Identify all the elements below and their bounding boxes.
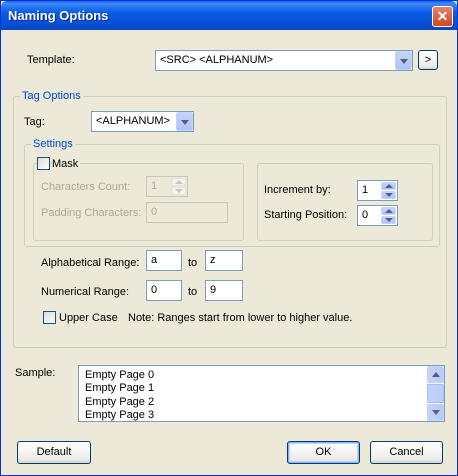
chevron-down-icon[interactable] [395, 51, 412, 70]
spin-up-icon[interactable] [171, 178, 186, 186]
alphabetical-range-to-value: z [210, 254, 216, 266]
list-item[interactable]: Empty Page 3 [85, 409, 154, 421]
list-item[interactable]: Empty Page 0 [85, 369, 154, 381]
ok-button-label: OK [315, 446, 332, 458]
close-icon: ✕ [436, 8, 449, 24]
increment-by-label: Increment by: [264, 184, 331, 196]
sample-label: Sample: [15, 367, 56, 379]
tag-combobox[interactable]: <ALPHANUM> [91, 111, 194, 132]
mask-checkbox[interactable] [37, 157, 50, 170]
tag-value: <ALPHANUM> [96, 115, 170, 127]
numerical-range-label: Numerical Range: [41, 286, 130, 298]
chevron-down-icon[interactable] [176, 112, 193, 131]
alphabetical-range-from-field[interactable]: a [146, 250, 182, 271]
numerical-range-from-value: 0 [151, 284, 158, 296]
scroll-thumb[interactable] [427, 384, 444, 403]
numerical-range-to-field[interactable]: 9 [205, 280, 243, 301]
padding-characters-field[interactable]: 0 [146, 202, 228, 223]
alphabetical-range-from-value: a [151, 254, 158, 266]
settings-title: Settings [31, 138, 75, 150]
template-label: Template: [27, 54, 75, 66]
list-item[interactable]: Empty Page 1 [85, 382, 154, 394]
numerical-range-from-field[interactable]: 0 [146, 280, 182, 301]
tag-options-title: Tag Options [20, 90, 83, 102]
starting-position-spin[interactable] [381, 207, 396, 224]
mask-label: Mask [52, 158, 81, 170]
padding-characters-value: 0 [151, 206, 158, 218]
starting-position-stepper[interactable]: 0 [357, 205, 398, 226]
spin-down-icon[interactable] [381, 216, 396, 224]
starting-position-label: Starting Position: [264, 209, 348, 221]
cancel-button[interactable]: Cancel [370, 441, 443, 464]
list-item[interactable]: Empty Page 2 [85, 396, 154, 408]
spin-up-icon[interactable] [381, 207, 396, 215]
increment-by-value: 1 [362, 184, 369, 196]
default-button-label: Default [36, 446, 72, 458]
window-title: Naming Options [8, 8, 109, 23]
sample-list[interactable]: Empty Page 0 Empty Page 1 Empty Page 2 E… [78, 365, 445, 422]
tag-label: Tag: [24, 116, 45, 128]
spin-up-icon[interactable] [381, 182, 396, 190]
upper-case-label: Upper Case [59, 312, 118, 324]
sample-scrollbar[interactable] [427, 366, 444, 421]
numerical-range-to-label: to [188, 286, 198, 298]
default-button[interactable]: Default [17, 441, 91, 464]
title-bar[interactable]: Naming Options ✕ [1, 1, 457, 30]
spin-down-icon[interactable] [171, 187, 186, 195]
close-button[interactable]: ✕ [432, 6, 453, 27]
upper-case-checkbox[interactable] [43, 311, 56, 324]
cancel-button-label: Cancel [389, 446, 424, 458]
template-browse-button[interactable]: > [418, 50, 438, 70]
characters-count-value: 1 [151, 180, 158, 192]
characters-count-label: Characters Count: [41, 181, 131, 193]
template-value: <SRC> <ALPHANUM> [160, 54, 274, 66]
alphabetical-range-to-label: to [188, 257, 198, 269]
characters-count-stepper[interactable]: 1 [146, 176, 188, 197]
starting-position-value: 0 [362, 209, 369, 221]
naming-options-dialog: Naming Options ✕ Template: <SRC> <ALPHAN… [0, 0, 458, 476]
increment-by-stepper[interactable]: 1 [357, 180, 398, 201]
template-combobox[interactable]: <SRC> <ALPHANUM> [155, 50, 413, 71]
increment-by-spin[interactable] [381, 182, 396, 199]
alphabetical-range-to-field[interactable]: z [205, 250, 243, 271]
alphabetical-range-label: Alphabetical Range: [41, 257, 140, 269]
characters-count-spin[interactable] [171, 178, 186, 195]
ranges-note: Note: Ranges start from lower to higher … [128, 312, 353, 324]
scroll-up-icon[interactable] [427, 366, 444, 383]
increment-group [257, 163, 433, 241]
ok-button[interactable]: OK [287, 441, 360, 464]
spin-down-icon[interactable] [381, 191, 396, 199]
chevron-right-icon: > [424, 54, 432, 66]
scroll-down-icon[interactable] [427, 404, 444, 421]
padding-characters-label: Padding Characters: [41, 207, 142, 219]
numerical-range-to-value: 9 [210, 284, 217, 296]
